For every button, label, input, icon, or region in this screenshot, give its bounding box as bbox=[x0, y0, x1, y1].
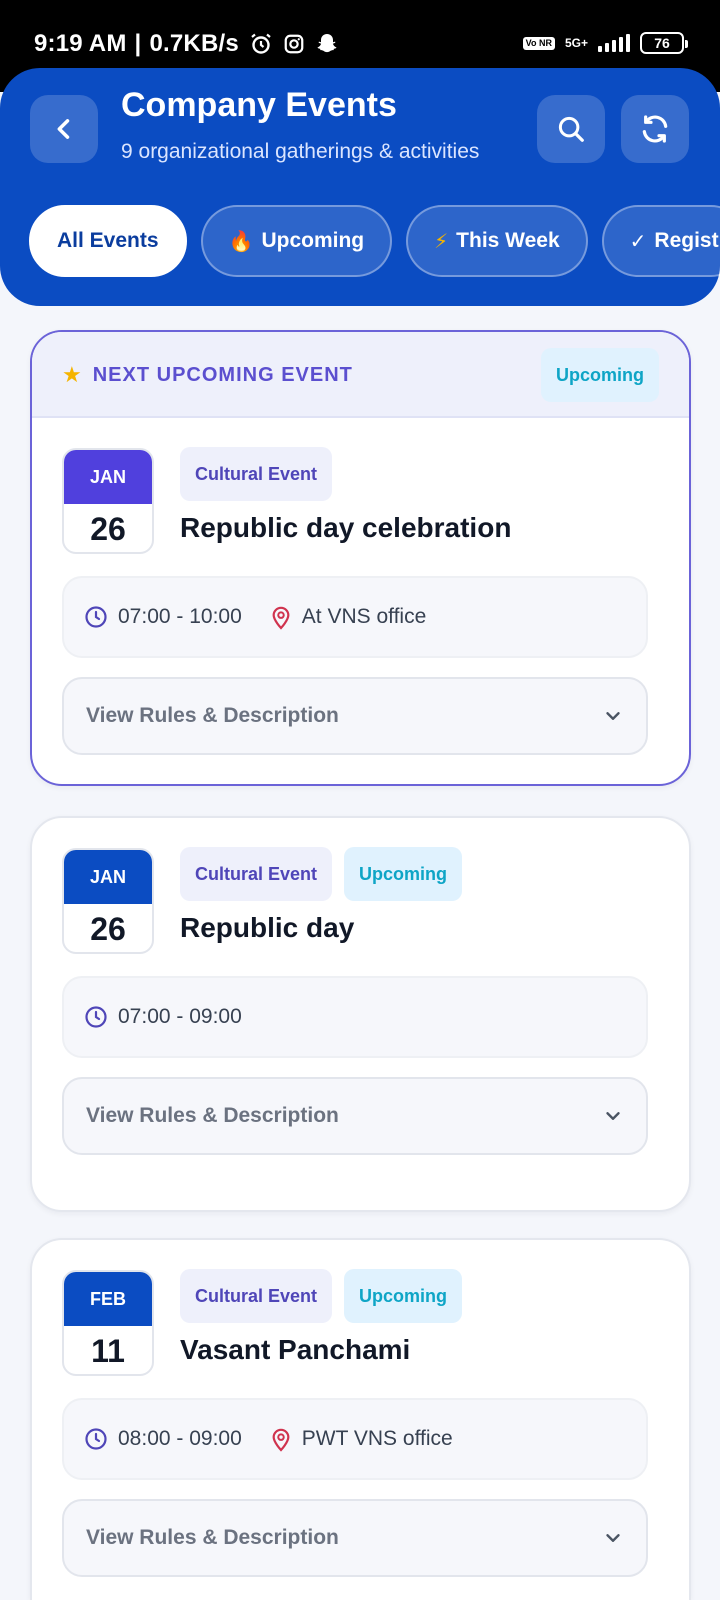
rules-label: View Rules & Description bbox=[86, 704, 339, 727]
tab-all-events[interactable]: All Events bbox=[29, 205, 187, 277]
date-month: JAN bbox=[64, 850, 152, 904]
app-header: Company Events 9 organizational gatherin… bbox=[0, 68, 720, 306]
instagram-icon bbox=[284, 34, 304, 54]
status-time: 9:19 AM bbox=[34, 30, 127, 57]
event-info: 08:00 - 09:00 PWT VNS office bbox=[62, 1398, 648, 1480]
date-day: 26 bbox=[90, 510, 126, 547]
date-box: FEB 11 bbox=[62, 1270, 154, 1376]
status-speed: 0.7KB/s bbox=[149, 30, 239, 57]
battery-level: 76 bbox=[654, 35, 670, 51]
fire-icon: 🔥 bbox=[228, 230, 254, 253]
tab-label: Upcoming bbox=[261, 229, 365, 252]
chevron-down-icon bbox=[606, 712, 620, 720]
snapchat-icon bbox=[317, 34, 337, 53]
search-icon bbox=[558, 116, 584, 142]
star-icon: ★ bbox=[62, 362, 83, 387]
event-card[interactable]: FEB 11 Cultural Event Upcoming Vasant Pa… bbox=[30, 1238, 691, 1600]
clock-icon bbox=[85, 1006, 107, 1028]
event-title: Vasant Panchami bbox=[180, 1334, 411, 1365]
category-badge: Cultural Event bbox=[180, 447, 333, 501]
featured-banner: ★ NEXT UPCOMING EVENT Upcoming bbox=[32, 332, 689, 418]
event-title: Republic day bbox=[180, 912, 355, 943]
tab-label: Regist bbox=[654, 229, 719, 252]
event-card[interactable]: JAN 26 Cultural Event Upcoming Republic … bbox=[30, 816, 691, 1212]
status-badge: Upcoming bbox=[344, 1269, 463, 1323]
signal-icon bbox=[598, 34, 630, 52]
event-time: 07:00 - 09:00 bbox=[84, 1005, 242, 1029]
chevron-down-icon bbox=[606, 1534, 620, 1542]
event-time: 08:00 - 09:00 bbox=[84, 1427, 242, 1451]
status-badge: Upcoming bbox=[541, 348, 659, 402]
network-type: 5G+ bbox=[564, 35, 588, 50]
location-pin-icon bbox=[272, 1428, 290, 1452]
refresh-button[interactable] bbox=[621, 95, 689, 163]
date-month: JAN bbox=[64, 450, 152, 504]
clock-icon bbox=[85, 1428, 107, 1450]
date-day: 11 bbox=[91, 1332, 125, 1369]
search-button[interactable] bbox=[537, 95, 605, 163]
date-box: JAN 26 bbox=[62, 848, 154, 954]
page-title: Company Events bbox=[121, 86, 397, 124]
filter-tabs: All Events 🔥 Upcoming ⚡ This Week ✓ Regi… bbox=[29, 205, 720, 279]
featured-event-card[interactable]: ★ NEXT UPCOMING EVENT Upcoming JAN 26 Cu… bbox=[30, 330, 691, 786]
status-badge: Upcoming bbox=[344, 847, 463, 901]
clock-icon bbox=[85, 606, 107, 628]
event-location: At VNS office bbox=[270, 604, 426, 630]
event-info: 07:00 - 10:00 At VNS office bbox=[62, 576, 648, 658]
view-rules-toggle[interactable]: View Rules & Description bbox=[62, 677, 648, 755]
tab-label: This Week bbox=[456, 229, 560, 252]
event-info: 07:00 - 09:00 bbox=[62, 976, 648, 1058]
status-notification-icons bbox=[249, 32, 339, 56]
featured-label: ★ NEXT UPCOMING EVENT bbox=[62, 362, 353, 387]
status-left: 9:19 AM | 0.7KB/s bbox=[34, 30, 339, 58]
rules-label: View Rules & Description bbox=[86, 1104, 339, 1127]
tab-label: All Events bbox=[57, 229, 159, 252]
volte-indicator: Vo NR bbox=[522, 36, 555, 50]
alarm-icon bbox=[251, 33, 271, 54]
refresh-icon bbox=[642, 115, 668, 143]
view-rules-toggle[interactable]: View Rules & Description bbox=[62, 1499, 648, 1577]
lightning-icon: ⚡ bbox=[434, 230, 449, 253]
tab-registered[interactable]: ✓ Regist bbox=[601, 205, 720, 277]
event-time: 07:00 - 10:00 bbox=[84, 605, 242, 629]
check-icon: ✓ bbox=[629, 230, 647, 253]
category-badge: Cultural Event bbox=[180, 1269, 333, 1323]
rules-label: View Rules & Description bbox=[86, 1526, 339, 1549]
status-right: Vo NR 5G+ 76 bbox=[522, 32, 688, 54]
event-location: PWT VNS office bbox=[270, 1426, 453, 1452]
chevron-down-icon bbox=[606, 1112, 620, 1120]
event-badges: Cultural Event Upcoming bbox=[180, 847, 463, 901]
tab-this-week[interactable]: ⚡ This Week bbox=[406, 205, 588, 277]
tab-upcoming[interactable]: 🔥 Upcoming bbox=[200, 205, 393, 277]
event-title: Republic day celebration bbox=[180, 512, 512, 543]
back-button[interactable] bbox=[30, 95, 98, 163]
date-day: 26 bbox=[90, 910, 126, 947]
battery-icon: 76 bbox=[640, 32, 688, 54]
view-rules-toggle[interactable]: View Rules & Description bbox=[62, 1077, 648, 1155]
date-box: JAN 26 bbox=[62, 448, 154, 554]
location-pin-icon bbox=[272, 606, 290, 630]
event-badges: Cultural Event bbox=[180, 447, 333, 501]
chevron-left-icon bbox=[57, 119, 70, 139]
category-badge: Cultural Event bbox=[180, 847, 333, 901]
date-month: FEB bbox=[64, 1272, 152, 1326]
event-badges: Cultural Event Upcoming bbox=[180, 1269, 463, 1323]
page-subtitle: 9 organizational gatherings & activities bbox=[121, 140, 480, 163]
